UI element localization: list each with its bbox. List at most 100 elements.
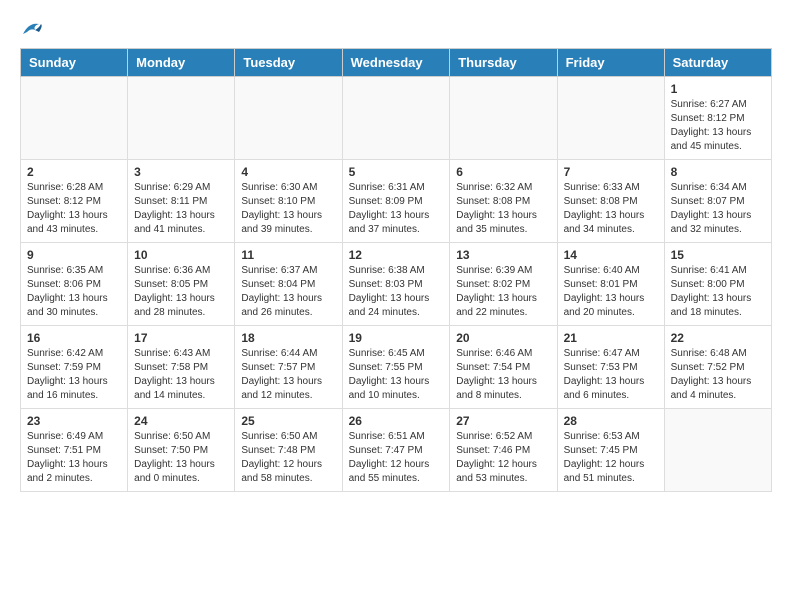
calendar-table: SundayMondayTuesdayWednesdayThursdayFrid…: [20, 48, 772, 492]
day-cell: 6 Sunrise: 6:32 AM Sunset: 8:08 PM Daylig…: [450, 160, 557, 243]
day-info: Sunrise: 6:38 AM Sunset: 8:03 PM Dayligh…: [349, 264, 444, 320]
day-info: Sunrise: 6:44 AM Sunset: 7:57 PM Dayligh…: [241, 347, 335, 403]
day-number: 21: [564, 331, 658, 345]
day-number: 12: [349, 248, 444, 262]
day-number: 23: [27, 414, 121, 428]
day-number: 13: [456, 248, 550, 262]
day-number: 6: [456, 165, 550, 179]
day-cell: 13 Sunrise: 6:39 AM Sunset: 8:02 PM Dayli…: [450, 243, 557, 326]
day-info: Sunrise: 6:51 AM Sunset: 7:47 PM Dayligh…: [349, 430, 444, 486]
day-number: 11: [241, 248, 335, 262]
day-cell: 1Sunrise: 6:27 AM Sunset: 8:12 PM Daylig…: [664, 77, 771, 160]
day-cell: [450, 77, 557, 160]
day-info: Sunrise: 6:33 AM Sunset: 8:08 PM Dayligh…: [564, 181, 658, 237]
day-number: 20: [456, 331, 550, 345]
day-info: Sunrise: 6:47 AM Sunset: 7:53 PM Dayligh…: [564, 347, 658, 403]
day-info: Sunrise: 6:28 AM Sunset: 8:12 PM Dayligh…: [27, 181, 121, 237]
col-header-friday: Friday: [557, 49, 664, 77]
day-info: Sunrise: 6:42 AM Sunset: 7:59 PM Dayligh…: [27, 347, 121, 403]
day-number: 25: [241, 414, 335, 428]
col-header-monday: Monday: [128, 49, 235, 77]
day-number: 16: [27, 331, 121, 345]
day-number: 27: [456, 414, 550, 428]
day-info: Sunrise: 6:31 AM Sunset: 8:09 PM Dayligh…: [349, 181, 444, 237]
day-info: Sunrise: 6:36 AM Sunset: 8:05 PM Dayligh…: [134, 264, 228, 320]
day-cell: [557, 77, 664, 160]
day-number: 14: [564, 248, 658, 262]
day-number: 4: [241, 165, 335, 179]
day-number: 17: [134, 331, 228, 345]
day-number: 7: [564, 165, 658, 179]
day-info: Sunrise: 6:32 AM Sunset: 8:08 PM Dayligh…: [456, 181, 550, 237]
day-cell: [128, 77, 235, 160]
day-number: 10: [134, 248, 228, 262]
day-info: Sunrise: 6:45 AM Sunset: 7:55 PM Dayligh…: [349, 347, 444, 403]
day-info: Sunrise: 6:39 AM Sunset: 8:02 PM Dayligh…: [456, 264, 550, 320]
col-header-sunday: Sunday: [21, 49, 128, 77]
day-cell: 15 Sunrise: 6:41 AM Sunset: 8:00 PM Dayli…: [664, 243, 771, 326]
day-cell: 11 Sunrise: 6:37 AM Sunset: 8:04 PM Dayli…: [235, 243, 342, 326]
day-number: 9: [27, 248, 121, 262]
day-number: 18: [241, 331, 335, 345]
day-info: Sunrise: 6:49 AM Sunset: 7:51 PM Dayligh…: [27, 430, 121, 486]
col-header-thursday: Thursday: [450, 49, 557, 77]
calendar-header-row: SundayMondayTuesdayWednesdayThursdayFrid…: [21, 49, 772, 77]
day-info: Sunrise: 6:27 AM Sunset: 8:12 PM Dayligh…: [671, 98, 765, 154]
day-info: Sunrise: 6:34 AM Sunset: 8:07 PM Dayligh…: [671, 181, 765, 237]
week-row-3: 9 Sunrise: 6:35 AM Sunset: 8:06 PM Daylig…: [21, 243, 772, 326]
day-cell: 8 Sunrise: 6:34 AM Sunset: 8:07 PM Daylig…: [664, 160, 771, 243]
day-cell: [664, 409, 771, 492]
week-row-5: 23 Sunrise: 6:49 AM Sunset: 7:51 PM Dayli…: [21, 409, 772, 492]
day-info: Sunrise: 6:40 AM Sunset: 8:01 PM Dayligh…: [564, 264, 658, 320]
day-cell: 5 Sunrise: 6:31 AM Sunset: 8:09 PM Daylig…: [342, 160, 450, 243]
day-number: 24: [134, 414, 228, 428]
day-cell: 19 Sunrise: 6:45 AM Sunset: 7:55 PM Dayli…: [342, 326, 450, 409]
day-cell: 23 Sunrise: 6:49 AM Sunset: 7:51 PM Dayli…: [21, 409, 128, 492]
day-number: 15: [671, 248, 765, 262]
day-number: 28: [564, 414, 658, 428]
day-number: 22: [671, 331, 765, 345]
day-cell: [21, 77, 128, 160]
day-cell: 9 Sunrise: 6:35 AM Sunset: 8:06 PM Daylig…: [21, 243, 128, 326]
day-cell: 17Sunrise: 6:43 AM Sunset: 7:58 PM Dayli…: [128, 326, 235, 409]
day-info: Sunrise: 6:37 AM Sunset: 8:04 PM Dayligh…: [241, 264, 335, 320]
day-number: 5: [349, 165, 444, 179]
day-cell: 20 Sunrise: 6:46 AM Sunset: 7:54 PM Dayli…: [450, 326, 557, 409]
day-cell: 3 Sunrise: 6:29 AM Sunset: 8:11 PM Daylig…: [128, 160, 235, 243]
day-number: 3: [134, 165, 228, 179]
logo-bird-icon: [21, 20, 43, 38]
day-number: 2: [27, 165, 121, 179]
week-row-2: 2 Sunrise: 6:28 AM Sunset: 8:12 PM Daylig…: [21, 160, 772, 243]
day-cell: [235, 77, 342, 160]
day-info: Sunrise: 6:53 AM Sunset: 7:45 PM Dayligh…: [564, 430, 658, 486]
day-cell: 22 Sunrise: 6:48 AM Sunset: 7:52 PM Dayli…: [664, 326, 771, 409]
day-number: 26: [349, 414, 444, 428]
day-info: Sunrise: 6:35 AM Sunset: 8:06 PM Dayligh…: [27, 264, 121, 320]
day-cell: 24Sunrise: 6:50 AM Sunset: 7:50 PM Dayli…: [128, 409, 235, 492]
day-info: Sunrise: 6:41 AM Sunset: 8:00 PM Dayligh…: [671, 264, 765, 320]
day-cell: 21 Sunrise: 6:47 AM Sunset: 7:53 PM Dayli…: [557, 326, 664, 409]
day-info: Sunrise: 6:29 AM Sunset: 8:11 PM Dayligh…: [134, 181, 228, 237]
day-info: Sunrise: 6:46 AM Sunset: 7:54 PM Dayligh…: [456, 347, 550, 403]
day-cell: [342, 77, 450, 160]
col-header-tuesday: Tuesday: [235, 49, 342, 77]
day-cell: 12 Sunrise: 6:38 AM Sunset: 8:03 PM Dayli…: [342, 243, 450, 326]
week-row-4: 16 Sunrise: 6:42 AM Sunset: 7:59 PM Dayli…: [21, 326, 772, 409]
day-info: Sunrise: 6:52 AM Sunset: 7:46 PM Dayligh…: [456, 430, 550, 486]
day-number: 8: [671, 165, 765, 179]
day-cell: 25Sunrise: 6:50 AM Sunset: 7:48 PM Dayli…: [235, 409, 342, 492]
day-info: Sunrise: 6:48 AM Sunset: 7:52 PM Dayligh…: [671, 347, 765, 403]
day-cell: 14 Sunrise: 6:40 AM Sunset: 8:01 PM Dayli…: [557, 243, 664, 326]
day-cell: 27 Sunrise: 6:52 AM Sunset: 7:46 PM Dayli…: [450, 409, 557, 492]
day-cell: 16 Sunrise: 6:42 AM Sunset: 7:59 PM Dayli…: [21, 326, 128, 409]
day-cell: 26 Sunrise: 6:51 AM Sunset: 7:47 PM Dayli…: [342, 409, 450, 492]
logo: [20, 20, 44, 38]
col-header-saturday: Saturday: [664, 49, 771, 77]
day-cell: 10 Sunrise: 6:36 AM Sunset: 8:05 PM Dayli…: [128, 243, 235, 326]
day-number: 19: [349, 331, 444, 345]
day-cell: 18 Sunrise: 6:44 AM Sunset: 7:57 PM Dayli…: [235, 326, 342, 409]
day-cell: 2 Sunrise: 6:28 AM Sunset: 8:12 PM Daylig…: [21, 160, 128, 243]
day-cell: 28 Sunrise: 6:53 AM Sunset: 7:45 PM Dayli…: [557, 409, 664, 492]
day-cell: 4Sunrise: 6:30 AM Sunset: 8:10 PM Daylig…: [235, 160, 342, 243]
week-row-1: 1Sunrise: 6:27 AM Sunset: 8:12 PM Daylig…: [21, 77, 772, 160]
